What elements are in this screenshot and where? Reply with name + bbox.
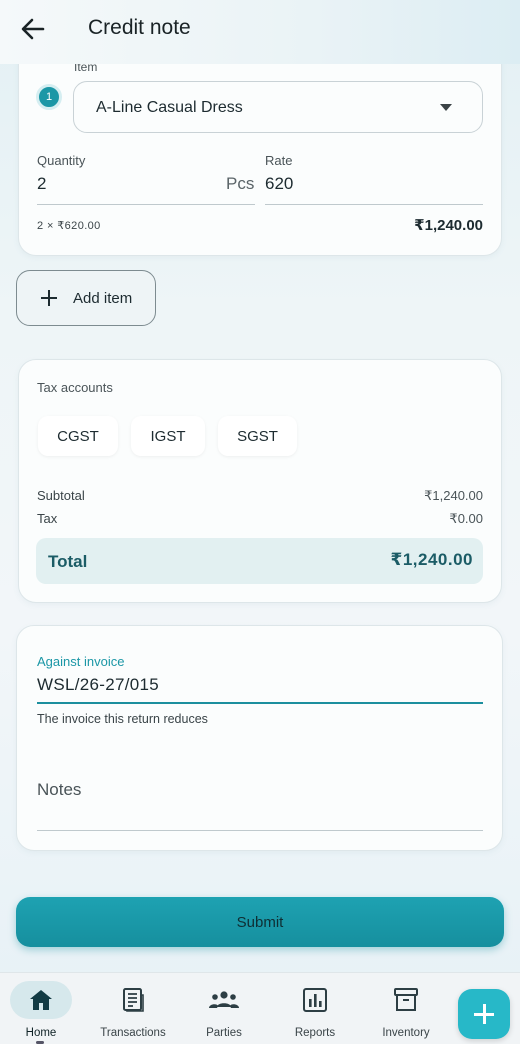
nav-label-inventory: Inventory	[382, 1027, 430, 1039]
archive-box-icon	[394, 988, 418, 1011]
quantity-input[interactable]: 2	[37, 174, 46, 194]
nav-label-parties: Parties	[206, 1027, 242, 1039]
tax-accounts-heading: Tax accounts	[37, 380, 113, 395]
home-icon	[30, 990, 52, 1010]
tax-label: Tax	[37, 511, 58, 526]
tax-chip-igst[interactable]: IGST	[131, 416, 205, 456]
plus-icon	[474, 1004, 494, 1024]
nav-label-transactions: Transactions	[100, 1027, 166, 1039]
line-total: ₹1,240.00	[414, 217, 483, 234]
quantity-unit: Pcs	[226, 174, 255, 193]
nav-label-reports: Reports	[294, 1027, 336, 1039]
nav-item-transactions[interactable]: Transactions	[88, 973, 178, 1044]
subtotal-value: ₹1,240.00	[424, 488, 483, 503]
rate-label: Rate	[265, 153, 293, 168]
item-dropdown[interactable]: A-Line Casual Dress	[73, 81, 483, 133]
add-item-button[interactable]: Add item	[16, 270, 156, 326]
item-index-badge: 1	[36, 84, 62, 110]
against-invoice-label: Against invoice	[37, 654, 125, 669]
nav-parties-icon-wrap	[193, 981, 255, 1019]
bottom-nav: Home Transactions Parties Reports Invent…	[0, 972, 520, 1044]
item-selected-value: A-Line Casual Dress	[96, 99, 243, 116]
subtotal-label: Subtotal	[37, 488, 85, 503]
total-row: Total ₹1,240.00	[36, 538, 483, 584]
dropdown-arrow-icon	[440, 104, 452, 111]
quantity-label: Quantity	[37, 153, 86, 168]
nav-reports-icon-wrap	[284, 981, 346, 1019]
nav-inventory-icon-wrap	[375, 981, 437, 1019]
tax-chip-cgst[interactable]: CGST	[38, 416, 118, 456]
total-value: ₹1,240.00	[390, 550, 473, 569]
total-label: Total	[48, 552, 88, 571]
against-invoice-underline	[37, 702, 483, 704]
page-title: Credit note	[88, 16, 191, 39]
nav-item-reports[interactable]: Reports	[270, 973, 360, 1044]
nav-label-home: Home	[25, 1027, 57, 1039]
rate-underline	[265, 204, 483, 205]
quantity-underline	[37, 204, 255, 205]
against-invoice-helper: The invoice this return reduces	[37, 712, 208, 726]
plus-icon	[41, 290, 57, 306]
nav-item-home[interactable]: Home	[0, 973, 86, 1044]
nav-item-inventory[interactable]: Inventory	[361, 973, 451, 1044]
nav-item-parties[interactable]: Parties	[179, 973, 269, 1044]
tax-chip-sgst[interactable]: SGST	[218, 416, 297, 456]
add-fab-button[interactable]	[458, 989, 510, 1039]
submit-button[interactable]: Submit	[16, 897, 504, 947]
bar-chart-icon	[303, 988, 327, 1012]
tax-value: ₹0.00	[449, 511, 483, 526]
back-arrow-icon[interactable]	[20, 16, 46, 42]
line-calculation: 2 × ₹620.00	[37, 220, 101, 232]
receipt-icon	[123, 988, 144, 1012]
notes-input[interactable]: Notes	[37, 780, 81, 800]
submit-label: Submit	[236, 913, 284, 931]
add-item-label: Add item	[73, 290, 133, 307]
against-invoice-input[interactable]: WSL/26-27/015	[37, 675, 159, 695]
notes-underline	[37, 830, 483, 831]
app-bar: Credit note	[0, 0, 520, 64]
nav-home-highlight	[10, 981, 72, 1019]
rate-input[interactable]: 620	[265, 174, 293, 194]
people-icon	[209, 991, 239, 1008]
nav-transactions-icon-wrap	[102, 981, 164, 1019]
